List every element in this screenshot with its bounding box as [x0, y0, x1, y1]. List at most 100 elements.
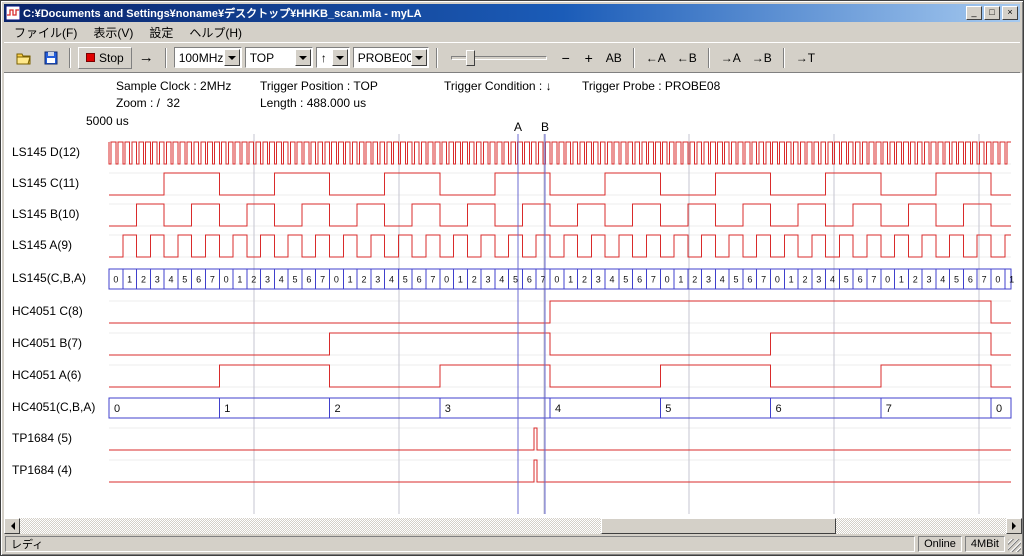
- bus-value: 7: [320, 275, 325, 285]
- menu-view[interactable]: 表示(V): [85, 22, 141, 43]
- bus-value: 2: [361, 275, 366, 285]
- scroll-right-button[interactable]: [1006, 518, 1022, 534]
- bus-value: 3: [706, 275, 711, 285]
- bus-value: 5: [293, 275, 298, 285]
- stop-button[interactable]: Stop: [78, 47, 132, 69]
- bus-value: 7: [886, 403, 892, 415]
- bus-value: 6: [776, 403, 782, 415]
- bus-value: 2: [913, 275, 918, 285]
- menubar: ファイル(F) 表示(V) 設定 ヘルプ(H): [4, 22, 1020, 42]
- bus-value: 7: [430, 275, 435, 285]
- zoom-out-button[interactable]: −: [556, 47, 576, 69]
- bus-value: 4: [940, 275, 945, 285]
- trigger-edge-select[interactable]: ↑: [316, 47, 350, 68]
- waveform-plot[interactable]: 0123456701234567012345670123456701234567…: [4, 73, 1022, 518]
- bus-value: 1: [899, 275, 904, 285]
- goto-b-right-button[interactable]: →B: [748, 47, 776, 69]
- bus-value: 0: [114, 403, 120, 415]
- bus-value: 5: [954, 275, 959, 285]
- bus-value: 3: [265, 275, 270, 285]
- bus-value: 0: [334, 275, 339, 285]
- stop-icon: [86, 53, 95, 62]
- goto-b-left-button[interactable]: ←B: [673, 47, 701, 69]
- maximize-button[interactable]: □: [984, 6, 1000, 20]
- bus-value: 0: [775, 275, 780, 285]
- horizontal-scrollbar[interactable]: [4, 518, 1022, 534]
- bus-value: 5: [844, 275, 849, 285]
- bus-value: 7: [651, 275, 656, 285]
- ab-button[interactable]: AB: [602, 47, 626, 69]
- bus-value: 4: [389, 275, 394, 285]
- toolbar-separator: [783, 48, 785, 68]
- bus-value: 0: [113, 275, 118, 285]
- waveform: [109, 235, 1011, 257]
- menu-file[interactable]: ファイル(F): [6, 22, 85, 43]
- bus-value: 1: [568, 275, 573, 285]
- bus-value: 3: [926, 275, 931, 285]
- bus-value: 2: [251, 275, 256, 285]
- bus-value: 2: [141, 275, 146, 285]
- menu-settings[interactable]: 設定: [141, 22, 181, 43]
- resize-grip[interactable]: [1008, 539, 1021, 552]
- waveform-area: Sample Clock : 2MHz Trigger Position : T…: [4, 73, 1022, 518]
- toolbar-separator: [165, 48, 167, 68]
- bus-value: 6: [858, 275, 863, 285]
- waveform: [109, 173, 1011, 195]
- bus-value: 4: [610, 275, 615, 285]
- zoom-in-button[interactable]: +: [579, 47, 599, 69]
- zoom-slider[interactable]: [451, 48, 547, 68]
- bus-value: 0: [885, 275, 890, 285]
- bus-value: 6: [196, 275, 201, 285]
- trigger-probe-select[interactable]: PROBE00: [353, 47, 429, 68]
- app-icon: [6, 6, 20, 20]
- toolbar-separator: [69, 48, 71, 68]
- save-button[interactable]: [40, 47, 62, 69]
- bus-value: 1: [678, 275, 683, 285]
- bus-value: 5: [623, 275, 628, 285]
- toolbar: Stop → 100MHz TOP ↑ PROBE00 − + AB ←A ←B: [4, 42, 1020, 73]
- window-title: C:¥Documents and Settings¥noname¥デスクトップ¥…: [23, 5, 963, 21]
- bus-value: 6: [637, 275, 642, 285]
- waveform: [109, 333, 1011, 355]
- bus-value: 1: [348, 275, 353, 285]
- bus-value: 5: [665, 403, 671, 415]
- minimize-button[interactable]: _: [966, 6, 982, 20]
- goto-trigger-button[interactable]: →T: [792, 47, 819, 69]
- bus-value: 1: [237, 275, 242, 285]
- scroll-left-button[interactable]: [4, 518, 20, 534]
- bus-value: 2: [472, 275, 477, 285]
- run-button[interactable]: →: [135, 47, 158, 69]
- toolbar-separator: [436, 48, 438, 68]
- dropdown-arrow-icon[interactable]: [332, 49, 348, 66]
- bus-value: 6: [747, 275, 752, 285]
- toolbar-separator: [708, 48, 710, 68]
- bus-value: 2: [335, 403, 341, 415]
- trigger-position-select[interactable]: TOP: [245, 47, 313, 68]
- bus-value: 3: [485, 275, 490, 285]
- goto-a-left-button[interactable]: ←A: [642, 47, 670, 69]
- zoom-slider-thumb[interactable]: [466, 50, 475, 66]
- menu-help[interactable]: ヘルプ(H): [181, 22, 250, 43]
- left-arrow-icon: [7, 522, 15, 530]
- bus-value: 3: [155, 275, 160, 285]
- open-button[interactable]: [12, 47, 37, 69]
- bus-value: 4: [499, 275, 504, 285]
- bus-value: 0: [665, 275, 670, 285]
- close-button[interactable]: ×: [1002, 6, 1018, 20]
- status-online: Online: [918, 536, 962, 552]
- dropdown-arrow-icon[interactable]: [295, 49, 311, 66]
- window-controls: _ □ ×: [966, 6, 1018, 20]
- toolbar-separator: [633, 48, 635, 68]
- bus-value: 2: [582, 275, 587, 285]
- bus-value: 2: [692, 275, 697, 285]
- waveform: [109, 428, 1011, 450]
- waveform: [109, 301, 1011, 323]
- bus-value: 7: [210, 275, 215, 285]
- scrollbar-track[interactable]: [20, 518, 1006, 534]
- goto-a-right-button[interactable]: →A: [717, 47, 745, 69]
- scrollbar-thumb[interactable]: [601, 518, 836, 534]
- app-window: C:¥Documents and Settings¥noname¥デスクトップ¥…: [0, 0, 1024, 556]
- dropdown-arrow-icon[interactable]: [411, 49, 427, 66]
- sample-clock-select[interactable]: 100MHz: [174, 47, 242, 68]
- dropdown-arrow-icon[interactable]: [224, 49, 240, 66]
